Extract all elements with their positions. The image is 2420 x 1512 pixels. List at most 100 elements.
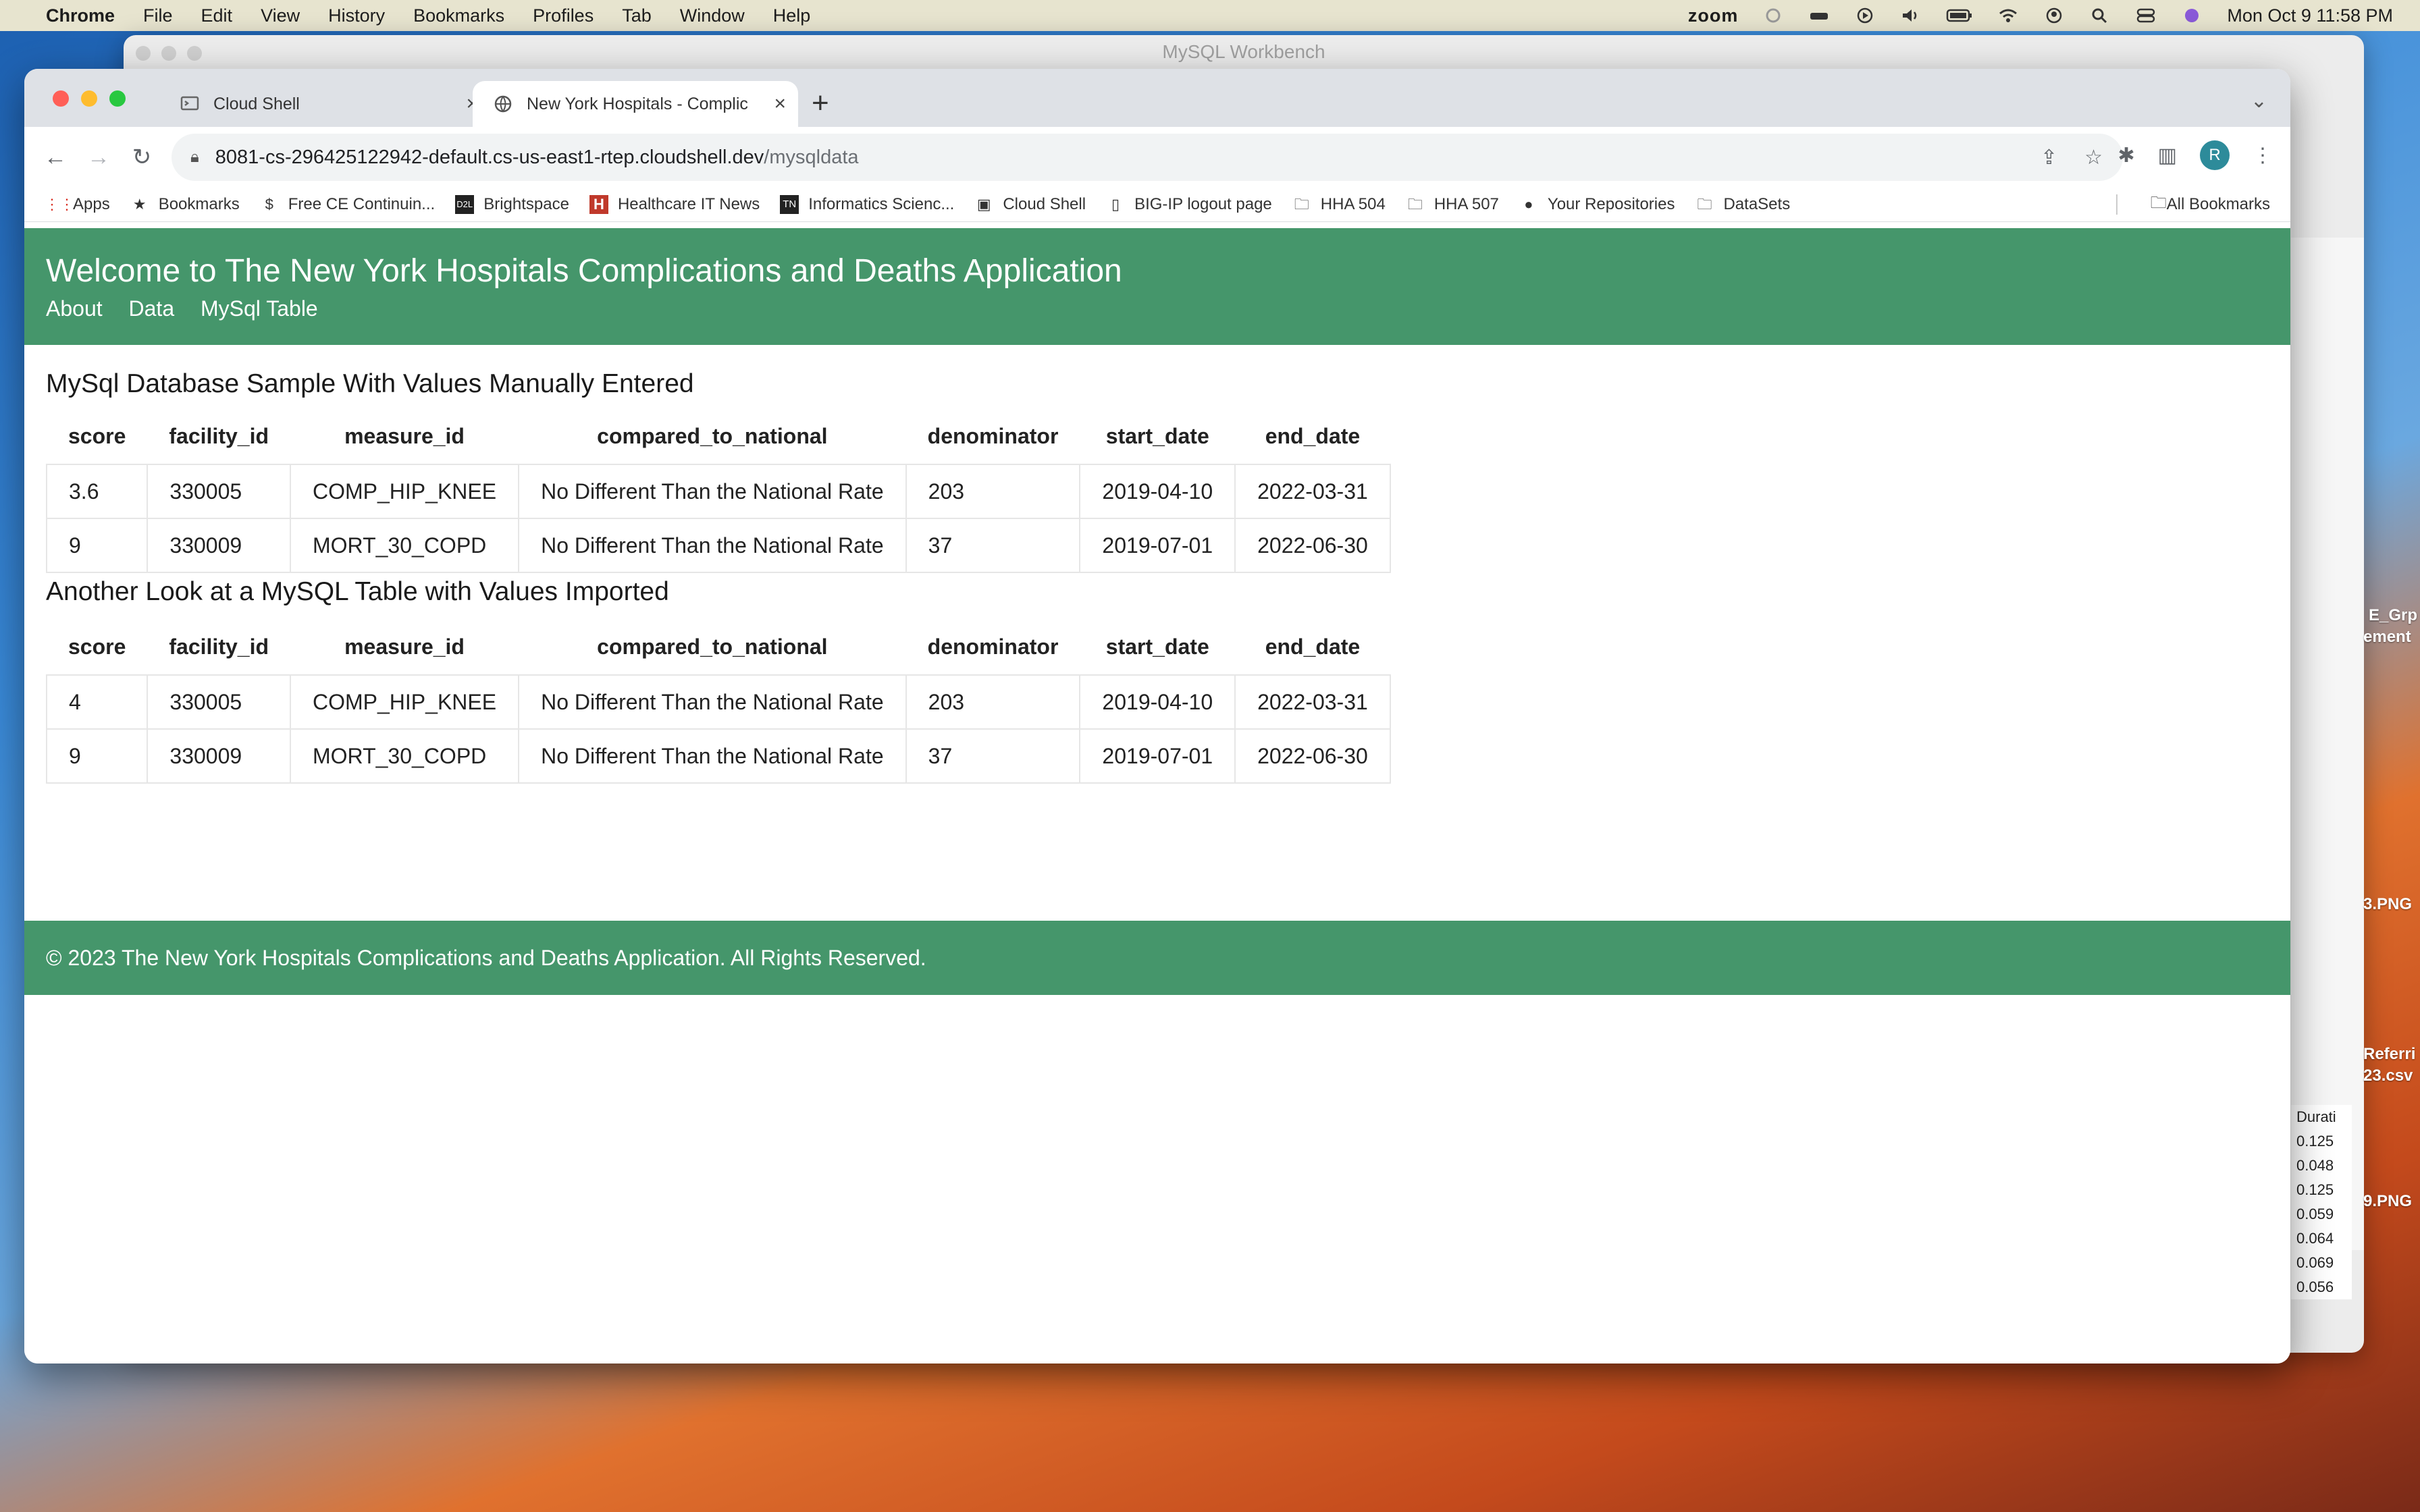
bookmarks-divider (2116, 194, 2118, 215)
dollar-icon: $ (265, 196, 273, 213)
nav-link-about[interactable]: About (46, 296, 103, 321)
duration-cell: 0.064 (2296, 1230, 2334, 1247)
back-icon[interactable]: ← (43, 144, 68, 171)
all-bookmarks-button[interactable]: 🗀 All Bookmarks (2151, 188, 2270, 221)
bookmark-free-ce[interactable]: $ Free CE Continuin... (260, 195, 436, 214)
bookmark-bookmarks[interactable]: ★ Bookmarks (130, 195, 240, 214)
table-cell: 2019-07-01 (1079, 728, 1236, 784)
nav-link-data[interactable]: Data (129, 296, 175, 321)
table-cell: 2022-06-30 (1234, 518, 1391, 573)
table-cell: 3.6 (45, 464, 149, 519)
siri-icon[interactable] (2181, 7, 2203, 24)
tab-cloud-shell[interactable]: Cloud Shell × (159, 81, 490, 127)
table-cell: 203 (905, 674, 1081, 730)
menu-view[interactable]: View (261, 5, 300, 26)
folder-icon: 🗀 (2150, 193, 2167, 212)
minimize-window-button[interactable] (81, 90, 97, 107)
bed-icon[interactable] (1808, 7, 1830, 24)
window-controls (53, 90, 126, 107)
duration-cell: 0.059 (2296, 1206, 2334, 1222)
share-icon[interactable]: ⇪ (2041, 146, 2057, 169)
bookmark-hha-507[interactable]: 🗀 HHA 507 (1406, 195, 1499, 214)
bookmark-healthcare-it-news[interactable]: H Healthcare IT News (589, 195, 760, 214)
moon-icon[interactable] (1762, 7, 1784, 24)
column-header: end_date (1265, 423, 1361, 448)
menu-window[interactable]: Window (680, 5, 745, 26)
folder-icon: 🗀 (1407, 196, 1423, 213)
tn-icon: TN (780, 195, 799, 214)
menu-bookmarks[interactable]: Bookmarks (413, 5, 504, 26)
desktop-file-label[interactable]: E_Grp (2369, 606, 2417, 625)
site-nav: About Data MySql Table (46, 296, 2290, 321)
duration-cell: 0.069 (2296, 1254, 2334, 1271)
url-text[interactable]: 8081-cs-296425122942-default.cs-us-east1… (215, 146, 859, 169)
address-bar[interactable]: 🔒︎ 8081-cs-296425122942-default.cs-us-ea… (172, 134, 2123, 181)
bookmark-brightspace[interactable]: D2L Brightspace (455, 195, 569, 214)
column-header: compared_to_national (597, 423, 828, 448)
menubar-datetime[interactable]: Mon Oct 9 11:58 PM (2227, 5, 2393, 26)
nav-link-mysql-table[interactable]: MySql Table (201, 296, 318, 321)
new-tab-button[interactable]: + (812, 86, 829, 120)
play-icon[interactable] (1854, 7, 1876, 24)
zoom-status-icon[interactable]: zoom (1688, 5, 1739, 26)
bookmark-apps[interactable]: ⋮⋮ Apps (45, 195, 110, 214)
column-header: denominator (927, 423, 1059, 448)
desktop-file-label[interactable]: Referri (2363, 1045, 2415, 1064)
menu-help[interactable]: Help (773, 5, 811, 26)
extensions-puzzle-icon[interactable]: ✱ (2118, 144, 2135, 167)
battery-icon[interactable] (1946, 7, 1973, 24)
bookmark-your-repositories[interactable]: ● Your Repositories (1519, 195, 1675, 214)
side-panel-icon[interactable]: ▥ (2158, 144, 2177, 167)
column-header: score (68, 423, 126, 448)
chrome-window: Cloud Shell × New York Hospitals - Compl… (24, 69, 2290, 1364)
desktop-file-label[interactable]: ement (2363, 628, 2411, 647)
menu-profiles[interactable]: Profiles (533, 5, 594, 26)
control-center-icon[interactable] (2135, 7, 2157, 24)
zoom-window-button[interactable] (109, 90, 126, 107)
table-row: 4 330005 COMP_HIP_KNEE No Different Than… (45, 674, 1391, 730)
reload-icon[interactable]: ↻ (130, 144, 154, 171)
bookmark-datasets[interactable]: 🗀 DataSets (1695, 195, 1790, 214)
desktop-file-label[interactable]: 9.PNG (2363, 1192, 2412, 1211)
column-header: start_date (1105, 423, 1209, 448)
volume-icon[interactable] (1900, 7, 1922, 24)
wifi-icon[interactable] (1997, 7, 2019, 24)
close-tab-icon[interactable]: × (774, 92, 786, 115)
desktop-file-label[interactable]: 23.csv (2363, 1066, 2413, 1085)
bookmark-hha-504[interactable]: 🗀 HHA 504 (1292, 195, 1386, 214)
apps-grid-icon: ⋮⋮ (45, 196, 74, 213)
bookmark-big-ip[interactable]: ▯ BIG-IP logout page (1106, 195, 1272, 214)
menu-tab[interactable]: Tab (622, 5, 652, 26)
spotlight-search-icon[interactable] (2089, 7, 2111, 24)
tab-new-york-hospitals[interactable]: New York Hospitals - Complic × (473, 81, 798, 127)
bookmark-cloud-shell[interactable]: ▣ Cloud Shell (974, 195, 1086, 214)
browser-toolbar: ← → ↻ 🔒︎ 8081-cs-296425122942-default.cs… (24, 127, 2290, 188)
main-content: MySql Database Sample With Values Manual… (24, 345, 2290, 784)
column-header: measure_id (344, 634, 465, 659)
chrome-menu-icon[interactable]: ⋮ (2253, 144, 2273, 167)
duration-column: Durati 0.125 0.048 0.125 0.059 0.064 0.0… (2291, 1105, 2352, 1299)
bookmark-informatics[interactable]: TN Informatics Scienc... (780, 195, 954, 214)
site-info-icon[interactable]: 🔒︎ (190, 148, 199, 167)
user-account-icon[interactable] (2043, 7, 2065, 24)
column-header: denominator (927, 634, 1059, 659)
page-icon: ▯ (1111, 196, 1120, 213)
bookmark-star-icon[interactable]: ☆ (2084, 146, 2103, 169)
menu-edit[interactable]: Edit (201, 5, 233, 26)
profile-avatar[interactable]: R (2200, 140, 2230, 170)
duration-cell: 0.048 (2296, 1157, 2334, 1174)
table-cell: 2019-04-10 (1079, 464, 1236, 519)
menu-app-name[interactable]: Chrome (46, 5, 115, 26)
data-table-manual: score facility_id measure_id compared_to… (45, 408, 1391, 573)
close-window-button[interactable] (53, 90, 69, 107)
desktop-file-label[interactable]: 3.PNG (2363, 895, 2412, 914)
inactive-window-controls (136, 46, 202, 61)
table-cell: 330005 (147, 464, 291, 519)
menu-file[interactable]: File (143, 5, 173, 26)
forward-icon[interactable]: → (86, 144, 111, 171)
table-cell: No Different Than the National Rate (518, 674, 907, 730)
tab-search-chevron-icon[interactable]: ⌄ (2251, 89, 2267, 113)
duration-cell: 0.056 (2296, 1278, 2334, 1295)
table-cell: MORT_30_COPD (289, 728, 520, 784)
menu-history[interactable]: History (328, 5, 385, 26)
